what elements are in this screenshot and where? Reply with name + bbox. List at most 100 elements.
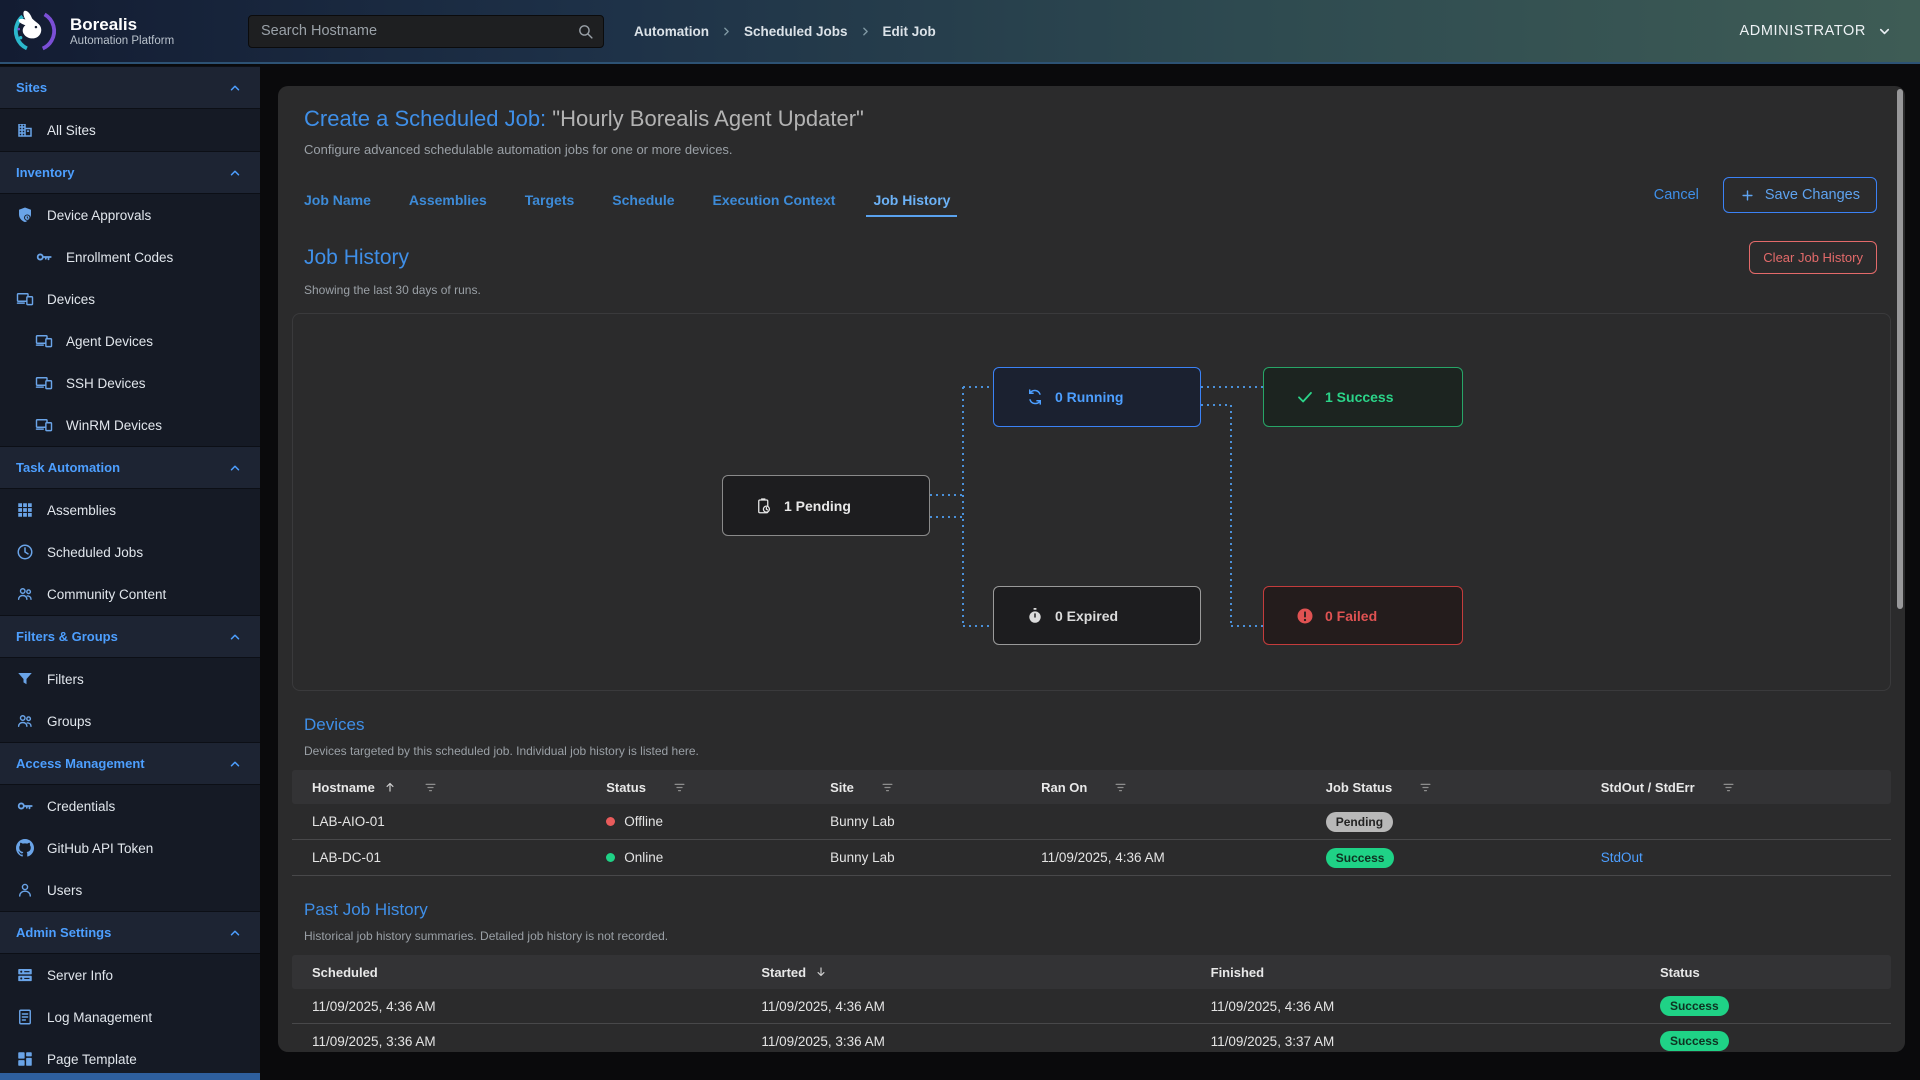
sidebar-item-users[interactable]: Users (0, 869, 260, 911)
status-dot-icon (606, 853, 615, 862)
user-icon (16, 881, 34, 899)
sidebar-item-assemblies[interactable]: Assemblies (0, 489, 260, 531)
sidebar-section-task-automation[interactable]: Task Automation (0, 446, 260, 489)
sidebar-item-agent-devices[interactable]: Agent Devices (0, 320, 260, 362)
devices-icon (35, 332, 53, 350)
search-icon (577, 23, 594, 40)
sidebar-item-enrollment-codes[interactable]: Enrollment Codes (0, 236, 260, 278)
sidebar-item-filters[interactable]: Filters (0, 658, 260, 700)
alert-circle-icon (1296, 607, 1314, 625)
tab-assemblies[interactable]: Assemblies (409, 192, 487, 217)
cancel-button[interactable]: Cancel (1654, 187, 1699, 203)
device-row-lab-aio-01[interactable]: LAB-AIO-01OfflineBunny LabPending (292, 804, 1891, 840)
sidebar-item-label: Device Approvals (47, 208, 151, 223)
sidebar-item-device-approvals[interactable]: Device Approvals (0, 194, 260, 236)
filter-icon (423, 780, 438, 795)
sidebar-item-credentials[interactable]: Credentials (0, 785, 260, 827)
sidebar-item-label: Server Info (47, 968, 113, 983)
key-icon (35, 248, 53, 266)
status-cell: Online (586, 850, 810, 865)
device-row-lab-dc-01[interactable]: LAB-DC-01OnlineBunny Lab11/09/2025, 4:36… (292, 840, 1891, 876)
stdout-link[interactable]: StdOut (1601, 850, 1643, 865)
column-header-status[interactable]: Status (1640, 965, 1891, 980)
search-input[interactable] (248, 15, 604, 48)
breadcrumb-item[interactable]: Scheduled Jobs (744, 24, 848, 39)
finished-cell: 11/09/2025, 3:37 AM (1191, 1034, 1640, 1049)
user-menu[interactable]: ADMINISTRATOR (1740, 23, 1920, 39)
sidebar-item-winrm-devices[interactable]: WinRM Devices (0, 404, 260, 446)
sync-icon (1026, 388, 1044, 406)
started-cell: 11/09/2025, 4:36 AM (741, 999, 1190, 1014)
sidebar-item-label: Credentials (47, 799, 115, 814)
borealis-app: { "topbar": { "brand_name": "Borealis", … (0, 0, 1920, 1080)
sidebar-section-admin-settings[interactable]: Admin Settings (0, 911, 260, 954)
sidebar-item-server-info[interactable]: Server Info (0, 954, 260, 996)
clear-job-history-button[interactable]: Clear Job History (1749, 241, 1877, 274)
sidebar-item-ssh-devices[interactable]: SSH Devices (0, 362, 260, 404)
tab-schedule[interactable]: Schedule (612, 192, 674, 217)
tab-job-history[interactable]: Job History (873, 192, 950, 217)
sidebar-item-log-management[interactable]: Log Management (0, 996, 260, 1038)
sidebar-item-github-api-token[interactable]: GitHub API Token (0, 827, 260, 869)
job-status-cell: Success (1306, 848, 1581, 868)
flow-node-label: 1 Pending (784, 498, 851, 514)
status-dot-icon (606, 817, 615, 826)
column-header-site[interactable]: Site (810, 780, 1021, 795)
breadcrumb-item: Edit Job (883, 24, 936, 39)
tabs-row: Job Name Assemblies Targets Schedule Executi… (292, 177, 1891, 217)
page-title-job-name: "Hourly Borealis Agent Updater" (546, 106, 864, 131)
column-header-ran-on[interactable]: Ran On (1021, 780, 1306, 795)
finished-cell: 11/09/2025, 4:36 AM (1191, 999, 1640, 1014)
sidebar-item-devices[interactable]: Devices (0, 278, 260, 320)
flow-node-success[interactable]: 1 Success (1263, 367, 1463, 427)
log-icon (16, 1008, 34, 1026)
tab-execution-context[interactable]: Execution Context (713, 192, 836, 217)
column-header-label: Site (830, 780, 854, 795)
column-header-stdout-stderr[interactable]: StdOut / StdErr (1581, 780, 1891, 795)
status-cell: Success (1640, 996, 1891, 1016)
vertical-scrollbar[interactable] (1897, 89, 1903, 609)
grid-icon (16, 501, 34, 519)
job-history-flow: 1 Pending 0 Running 1 Success 0 Expired 0 Fa… (292, 313, 1891, 691)
column-header-label: Ran On (1041, 780, 1087, 795)
sidebar-item-community-content[interactable]: Community Content (0, 573, 260, 615)
column-header-finished[interactable]: Finished (1191, 965, 1640, 980)
chevron-right-icon (859, 25, 872, 38)
hostname-search (248, 15, 604, 48)
sidebar-section-inventory[interactable]: Inventory (0, 151, 260, 194)
filter-icon (1113, 780, 1128, 795)
sidebar-section-access-management[interactable]: Access Management (0, 742, 260, 785)
flow-node-failed[interactable]: 0 Failed (1263, 586, 1463, 645)
sidebar-item-groups[interactable]: Groups (0, 700, 260, 742)
tab-job-name[interactable]: Job Name (304, 192, 371, 217)
flow-node-expired[interactable]: 0 Expired (993, 586, 1201, 645)
save-changes-button[interactable]: Save Changes (1723, 177, 1877, 213)
flow-node-label: 0 Running (1055, 389, 1123, 405)
sidebar-item-label: Enrollment Codes (66, 250, 173, 265)
sidebar-item-label: GitHub API Token (47, 841, 153, 856)
sidebar-item-label: Groups (47, 714, 91, 729)
flow-node-pending[interactable]: 1 Pending (722, 475, 930, 536)
flow-node-label: 0 Expired (1055, 608, 1118, 624)
stopwatch-icon (1026, 607, 1044, 625)
column-header-label: Scheduled (312, 965, 378, 980)
column-header-job-status[interactable]: Job Status (1306, 780, 1581, 795)
sidebar-item-label: Devices (47, 292, 95, 307)
past-job-row[interactable]: 11/09/2025, 4:36 AM11/09/2025, 4:36 AM11… (292, 989, 1891, 1024)
sidebar-item-all-sites[interactable]: All Sites (0, 109, 260, 151)
sidebar-section-label: Sites (16, 80, 47, 95)
column-header-scheduled[interactable]: Scheduled (292, 965, 741, 980)
sidebar-section-filters-groups[interactable]: Filters & Groups (0, 615, 260, 658)
sidebar-item-scheduled-jobs[interactable]: Scheduled Jobs (0, 531, 260, 573)
tab-targets[interactable]: Targets (525, 192, 575, 217)
sidebar-section-sites[interactable]: Sites (0, 66, 260, 109)
sidebar-item-label: Assemblies (47, 503, 116, 518)
breadcrumb-item[interactable]: Automation (634, 24, 709, 39)
flow-node-running[interactable]: 0 Running (993, 367, 1201, 427)
column-header-status[interactable]: Status (586, 780, 810, 795)
column-header-started[interactable]: Started (741, 965, 1190, 980)
sidebar-item-label: Filters (47, 672, 84, 687)
chevron-down-icon (1877, 24, 1892, 39)
column-header-hostname[interactable]: Hostname (292, 780, 586, 795)
past-job-row[interactable]: 11/09/2025, 3:36 AM11/09/2025, 3:36 AM11… (292, 1024, 1891, 1052)
